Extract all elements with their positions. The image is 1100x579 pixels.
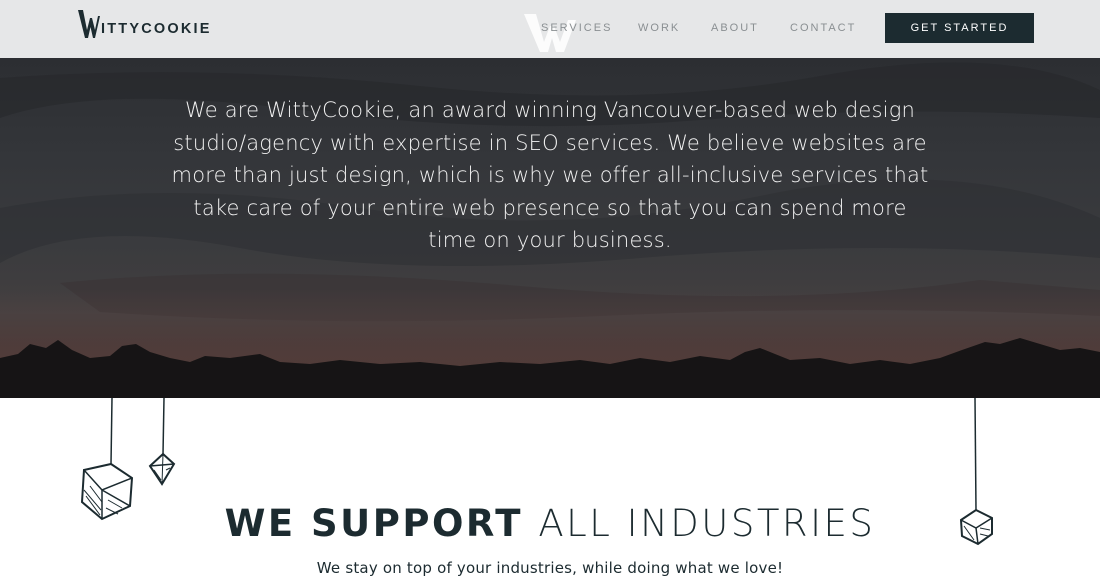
industries-subtitle: We stay on top of your industries, while…: [316, 559, 784, 577]
industries-section: WE SUPPORT ALL INDUSTRIES We stay on top…: [0, 398, 1100, 579]
hero-section: We are WittyCookie, an award winning Van…: [0, 58, 1100, 398]
hanging-gem-icon: [148, 398, 176, 486]
get-started-button[interactable]: GET STARTED: [885, 13, 1034, 43]
heading-strong-part: WE SUPPORT: [224, 502, 523, 545]
industries-heading: WE SUPPORT ALL INDUSTRIES: [0, 502, 1100, 546]
site-header: ITTYCOOKIE SERVICES WORK ABOUT CONTACT G…: [0, 0, 1100, 58]
nav-contact[interactable]: CONTACT: [790, 22, 856, 34]
nav-work[interactable]: WORK: [638, 22, 680, 34]
nav-services[interactable]: SERVICES: [541, 22, 612, 34]
nav-about[interactable]: ABOUT: [711, 22, 759, 34]
heading-light-part: ALL INDUSTRIES: [538, 502, 876, 545]
hero-intro-text: We are WittyCookie, an award winning Van…: [171, 98, 929, 252]
